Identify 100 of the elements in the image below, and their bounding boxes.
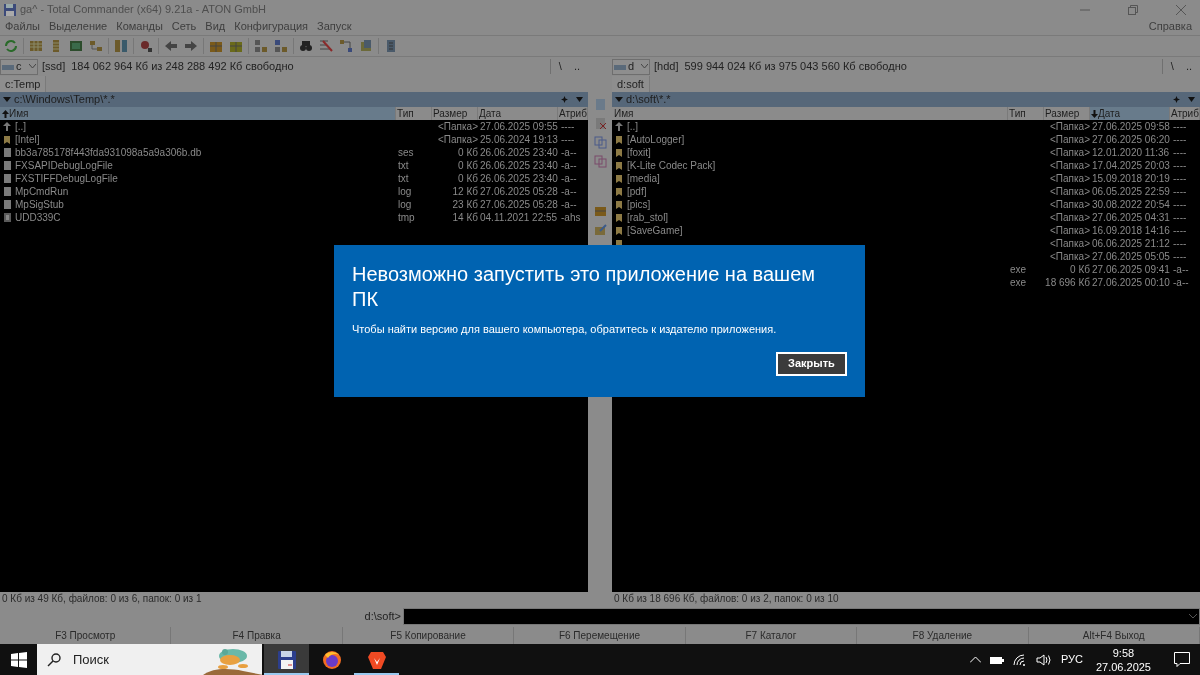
file-size: <Папка> <box>1050 159 1090 172</box>
file-name[interactable]: [foxit] <box>627 146 651 159</box>
file-date: 06.05.2025 22:59 <box>1092 186 1170 197</box>
column-header[interactable]: Тип <box>1008 107 1044 120</box>
file-type: ses <box>398 147 414 158</box>
file-name[interactable]: [media] <box>627 172 660 185</box>
file-name[interactable]: [SaveGame] <box>627 224 683 237</box>
file-size: 18 696 Кб <box>1045 276 1090 289</box>
file-attributes: ---- <box>1173 173 1187 184</box>
drive-label: [hdd] <box>654 59 679 75</box>
up-button[interactable]: .. <box>573 58 580 75</box>
file-name[interactable]: [Intel] <box>15 133 40 146</box>
file-attributes: ---- <box>561 121 575 132</box>
free-space-text: 599 944 024 Кб из 975 043 560 Кб свободно <box>684 59 907 75</box>
file-name[interactable]: MpCmdRun <box>15 185 69 198</box>
file-name[interactable]: bb3a785178f443fda931098a5a9a306b.db <box>15 146 202 159</box>
status-text: 0 Кб из 49 Кб, файлов: 0 из 6, папок: 0 из 1 <box>2 592 202 606</box>
file-date: 26.06.2025 23:40 <box>480 160 558 171</box>
file-attributes: ---- <box>1173 121 1187 132</box>
file-name[interactable]: FXSTIFFDebugLogFile <box>15 172 118 185</box>
file-size: 23 Кб <box>452 198 478 211</box>
column-header[interactable]: Имя <box>0 107 396 120</box>
file-size: <Папка> <box>1050 172 1090 185</box>
file-attributes: -a-- <box>561 199 577 210</box>
dialog-title: Невозможно запустить это приложение на вашем ПК <box>352 262 817 312</box>
menu-item[interactable]: Конфигурация <box>234 17 309 35</box>
file-date: 27.06.2025 09:58 <box>1092 121 1170 132</box>
command-prompt: d:\soft> <box>364 609 401 625</box>
column-header[interactable]: Тип <box>396 107 432 120</box>
window-title: ga^ - Total Commander (x64) 9.21a - ATON GmbH <box>20 2 267 18</box>
file-name[interactable]: [..] <box>15 120 27 133</box>
clock[interactable]: 9:58 27.06.2025 <box>1095 645 1151 674</box>
file-name[interactable]: FXSAPIDebugLogFile <box>15 159 113 172</box>
file-type: tmp <box>398 212 415 223</box>
file-name[interactable]: UDD339C <box>15 211 61 224</box>
menu-item[interactable]: Сеть <box>171 17 197 35</box>
menu-item[interactable]: Команды <box>116 17 163 35</box>
menu-item[interactable]: Вид <box>205 17 226 35</box>
column-header[interactable]: Дата <box>478 107 558 120</box>
file-name[interactable]: [..] <box>627 120 639 133</box>
file-name[interactable]: [pdf] <box>627 185 647 198</box>
column-header[interactable]: Атриб <box>558 107 588 120</box>
file-date: 25.06.2024 19:13 <box>480 134 558 145</box>
file-name[interactable]: [pics] <box>627 198 651 211</box>
root-button[interactable]: \ <box>558 58 562 75</box>
file-date: 27.06.2025 05:28 <box>480 186 558 197</box>
file-attributes: ---- <box>1173 160 1187 171</box>
dialog-message: Чтобы найти версию для вашего компьютера, обратитесь к издателю приложения. <box>352 322 778 337</box>
file-date: 27.06.2025 09:41 <box>1092 264 1170 275</box>
menu-item[interactable]: Выделение <box>48 17 108 35</box>
file-date: 16.09.2018 14:16 <box>1092 225 1170 236</box>
drive-dropdown[interactable]: c <box>0 58 38 75</box>
file-date: 27.06.2025 06:20 <box>1092 134 1170 145</box>
search-box[interactable]: Поиск <box>37 644 262 675</box>
file-type: exe <box>1010 277 1027 288</box>
file-size: 0 Кб <box>1070 263 1090 276</box>
file-date: 06.06.2025 21:12 <box>1092 238 1170 249</box>
file-attributes: ---- <box>1173 238 1187 249</box>
menu-item[interactable]: Запуск <box>317 17 352 35</box>
file-attributes: ---- <box>1173 212 1187 223</box>
menu-item[interactable]: Файлы <box>5 17 40 35</box>
menu-item[interactable]: Справка <box>1148 17 1192 35</box>
drive-dropdown[interactable]: d <box>612 58 650 75</box>
file-date: 27.06.2025 00:10 <box>1092 277 1170 288</box>
file-type: exe <box>1010 264 1027 275</box>
column-header[interactable]: Размер <box>1044 107 1090 120</box>
file-date: 30.08.2022 20:54 <box>1092 199 1170 210</box>
file-size: <Папка> <box>1050 185 1090 198</box>
file-attributes: -a-- <box>1173 277 1189 288</box>
language-indicator[interactable]: РУС <box>1060 651 1083 668</box>
file-date: 27.06.2025 05:28 <box>480 199 558 210</box>
file-date: 17.04.2025 20:03 <box>1092 160 1170 171</box>
file-size: <Папка> <box>1050 133 1090 146</box>
column-header[interactable]: Размер <box>432 107 478 120</box>
file-name[interactable]: [AutoLogger] <box>627 133 685 146</box>
column-header[interactable]: Дата <box>1090 107 1170 120</box>
file-size: <Папка> <box>438 133 478 146</box>
file-size: <Папка> <box>1050 250 1090 263</box>
file-name[interactable]: MpSigStub <box>15 198 64 211</box>
file-name[interactable]: [K-Lite Codec Pack] <box>627 159 716 172</box>
file-date: 27.06.2025 04:31 <box>1092 212 1170 223</box>
search-field[interactable]: Поиск <box>73 649 203 670</box>
drive-label: [ssd] <box>42 59 66 75</box>
file-attributes: ---- <box>1173 225 1187 236</box>
file-size: <Папка> <box>1050 146 1090 159</box>
file-name[interactable]: [rab_stol] <box>627 211 669 224</box>
clock-date: 27.06.2025 <box>1095 659 1151 674</box>
file-size: 12 Кб <box>452 185 478 198</box>
up-button[interactable]: .. <box>1185 58 1192 75</box>
path-text: d:\soft\*.* <box>626 92 671 108</box>
column-header[interactable]: Имя <box>612 107 1008 120</box>
file-size: <Папка> <box>1050 120 1090 133</box>
file-date: 26.06.2025 23:40 <box>480 147 558 158</box>
file-size: 0 Кб <box>458 159 478 172</box>
file-size: <Папка> <box>1050 198 1090 211</box>
column-header[interactable]: Атриб <box>1170 107 1200 120</box>
root-button[interactable]: \ <box>1170 58 1174 75</box>
file-attributes: -a-- <box>1173 264 1189 275</box>
close-button[interactable]: Закрыть <box>776 351 847 376</box>
file-type: log <box>398 186 412 197</box>
